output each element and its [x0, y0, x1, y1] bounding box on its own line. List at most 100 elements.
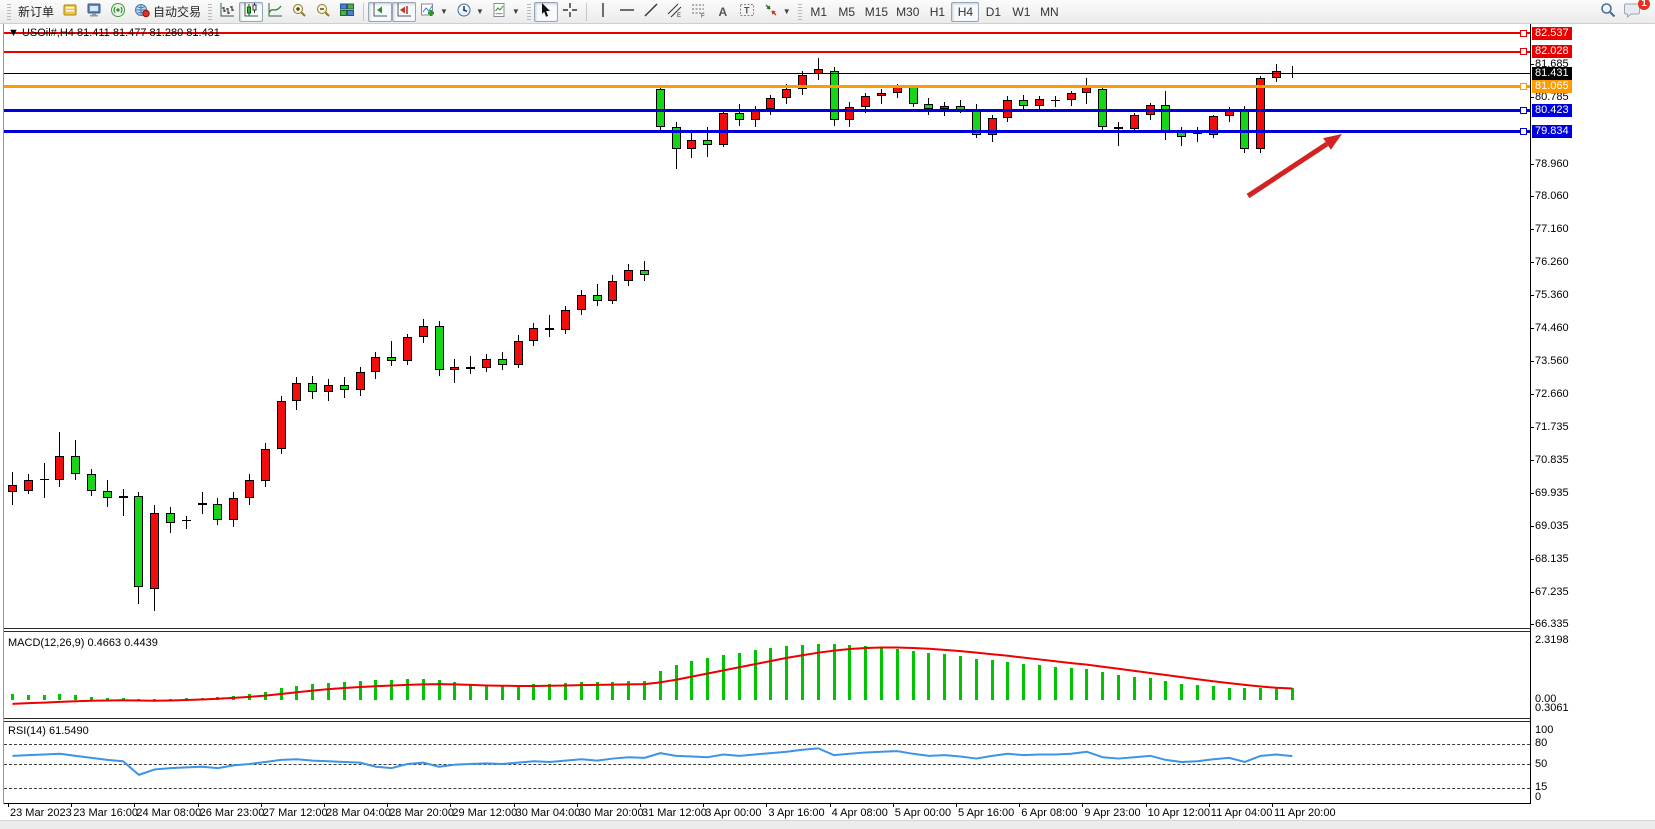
template-icon — [492, 2, 508, 21]
price-axis-tick — [1530, 262, 1534, 263]
price-axis-line — [1530, 24, 1531, 803]
price-badge: 82.028 — [1532, 45, 1572, 58]
market-watch-button[interactable] — [82, 2, 106, 22]
time-axis-line — [4, 803, 1531, 804]
arrows-tool-button[interactable]: ▼ — [759, 2, 795, 22]
templates-button[interactable]: ▼ — [488, 2, 524, 22]
auto-scroll-button[interactable] — [368, 2, 392, 22]
indicators-button[interactable]: ▼ — [416, 2, 452, 22]
price-axis-tick — [1530, 624, 1534, 625]
time-axis-tick — [766, 803, 767, 807]
line-chart-icon — [267, 2, 283, 21]
toolbar-grip[interactable] — [7, 4, 11, 20]
chart-shift-button[interactable] — [392, 2, 416, 22]
notifications-button[interactable]: 1 — [1620, 2, 1645, 22]
signal-icon — [110, 2, 126, 21]
time-axis-tick — [1146, 803, 1147, 807]
price-badge: 79.834 — [1532, 125, 1572, 138]
timeframe-M15[interactable]: M15 — [861, 2, 892, 22]
toolbar-grip[interactable] — [208, 4, 212, 20]
price-level-line[interactable] — [4, 130, 1530, 133]
timeframe-M1[interactable]: M1 — [805, 2, 833, 22]
time-axis-label: 26 Mar 23:00 — [200, 807, 265, 819]
time-axis-label: 23 Mar 16:00 — [73, 807, 138, 819]
rsi-level-line — [4, 764, 1530, 765]
price-axis-tick — [1530, 460, 1534, 461]
time-axis-label: 24 Mar 08:00 — [136, 807, 201, 819]
time-axis-label: 29 Mar 12:00 — [452, 807, 517, 819]
time-axis-tick — [577, 803, 578, 807]
crosshair-button[interactable] — [558, 2, 582, 22]
svg-text:E: E — [677, 13, 681, 18]
price-level-anchor[interactable] — [1520, 48, 1527, 55]
time-axis-tick — [198, 803, 199, 807]
candlestick-chart-button[interactable] — [239, 2, 263, 22]
price-level-anchor[interactable] — [1520, 83, 1527, 90]
auto-trading-button[interactable]: 自动交易 — [130, 2, 205, 22]
timeframe-MN[interactable]: MN — [1035, 2, 1063, 22]
macd-axis-max: 2.3198 — [1535, 634, 1569, 646]
rsi-axis-50: 50 — [1535, 758, 1547, 770]
horizontal-line-button[interactable] — [615, 2, 639, 22]
auto-trading-label: 自动交易 — [153, 3, 201, 20]
signals-button[interactable] — [106, 2, 130, 22]
timeframe-D1[interactable]: D1 — [979, 2, 1007, 22]
time-axis-tick — [8, 803, 9, 807]
search-button[interactable] — [1596, 2, 1620, 22]
price-level-line[interactable] — [4, 109, 1530, 112]
time-axis-label: 4 Apr 08:00 — [832, 807, 888, 819]
notification-badge: 1 — [1638, 0, 1650, 10]
rsi-panel-separator[interactable] — [4, 718, 1530, 722]
trendline-button[interactable] — [639, 2, 663, 22]
price-level-line[interactable] — [4, 85, 1530, 88]
vertical-line-button[interactable] — [591, 2, 615, 22]
timeframe-M5[interactable]: M5 — [833, 2, 861, 22]
new-order-button[interactable]: 新订单 — [14, 2, 58, 22]
bar-chart-button[interactable] — [215, 2, 239, 22]
periods-caret-icon: ▼ — [476, 7, 484, 16]
price-level-anchor[interactable] — [1520, 107, 1527, 114]
zoom-in-button[interactable] — [287, 2, 311, 22]
auto-trading-icon — [134, 2, 150, 21]
price-level-anchor[interactable] — [1520, 128, 1527, 135]
price-axis-label: 69.035 — [1535, 520, 1569, 532]
text-button[interactable]: A — [711, 2, 735, 22]
text-label-icon: T — [739, 2, 755, 21]
timeframe-W1[interactable]: W1 — [1007, 2, 1035, 22]
rsi-axis-100: 100 — [1535, 724, 1553, 736]
timeframe-H4[interactable]: H4 — [951, 2, 979, 22]
zoom-out-button[interactable] — [311, 2, 335, 22]
time-axis-tick — [71, 803, 72, 807]
macd-indicator-label: MACD(12,26,9) 0.4663 0.4439 — [8, 637, 158, 649]
price-axis-label: 77.160 — [1535, 223, 1569, 235]
chart-window[interactable]: ▼ USOil#,H4 81.411 81.477 81.280 81.431 … — [0, 24, 1655, 828]
fibonacci-button[interactable]: F — [687, 2, 711, 22]
text-label-button[interactable]: T — [735, 2, 759, 22]
toolbar-grip[interactable] — [798, 4, 802, 20]
price-level-line[interactable] — [4, 73, 1530, 74]
cursor-button[interactable] — [534, 2, 558, 22]
timeframe-H1[interactable]: H1 — [923, 2, 951, 22]
axis-labels-layer: 81.68580.78578.96078.06077.16076.26075.3… — [0, 24, 1655, 828]
time-axis-tick — [830, 803, 831, 807]
time-axis-tick — [1272, 803, 1273, 807]
macd-panel-separator[interactable] — [4, 628, 1530, 632]
line-chart-button[interactable] — [263, 2, 287, 22]
time-axis-label: 28 Mar 04:00 — [326, 807, 391, 819]
price-level-anchor[interactable] — [1520, 30, 1527, 37]
macd-axis-min: 0.3061 — [1535, 702, 1569, 714]
toolbar-grip[interactable] — [527, 4, 531, 20]
tile-windows-button[interactable] — [335, 2, 359, 22]
chart-profiles-button[interactable] — [58, 2, 82, 22]
indicators-add-icon — [420, 2, 436, 21]
periods-button[interactable]: ▼ — [452, 2, 488, 22]
price-level-line[interactable] — [4, 32, 1530, 34]
timeframe-M30[interactable]: M30 — [892, 2, 923, 22]
equidistant-channel-button[interactable]: E — [663, 2, 687, 22]
time-axis-label: 9 Apr 23:00 — [1084, 807, 1140, 819]
rsi-axis-80: 80 — [1535, 737, 1547, 749]
timeframe-bar: M1M5M15M30H1H4D1W1MN — [805, 2, 1064, 22]
price-level-line[interactable] — [4, 51, 1530, 53]
price-badge: 81.431 — [1532, 67, 1572, 80]
time-axis-label: 31 Mar 12:00 — [642, 807, 707, 819]
